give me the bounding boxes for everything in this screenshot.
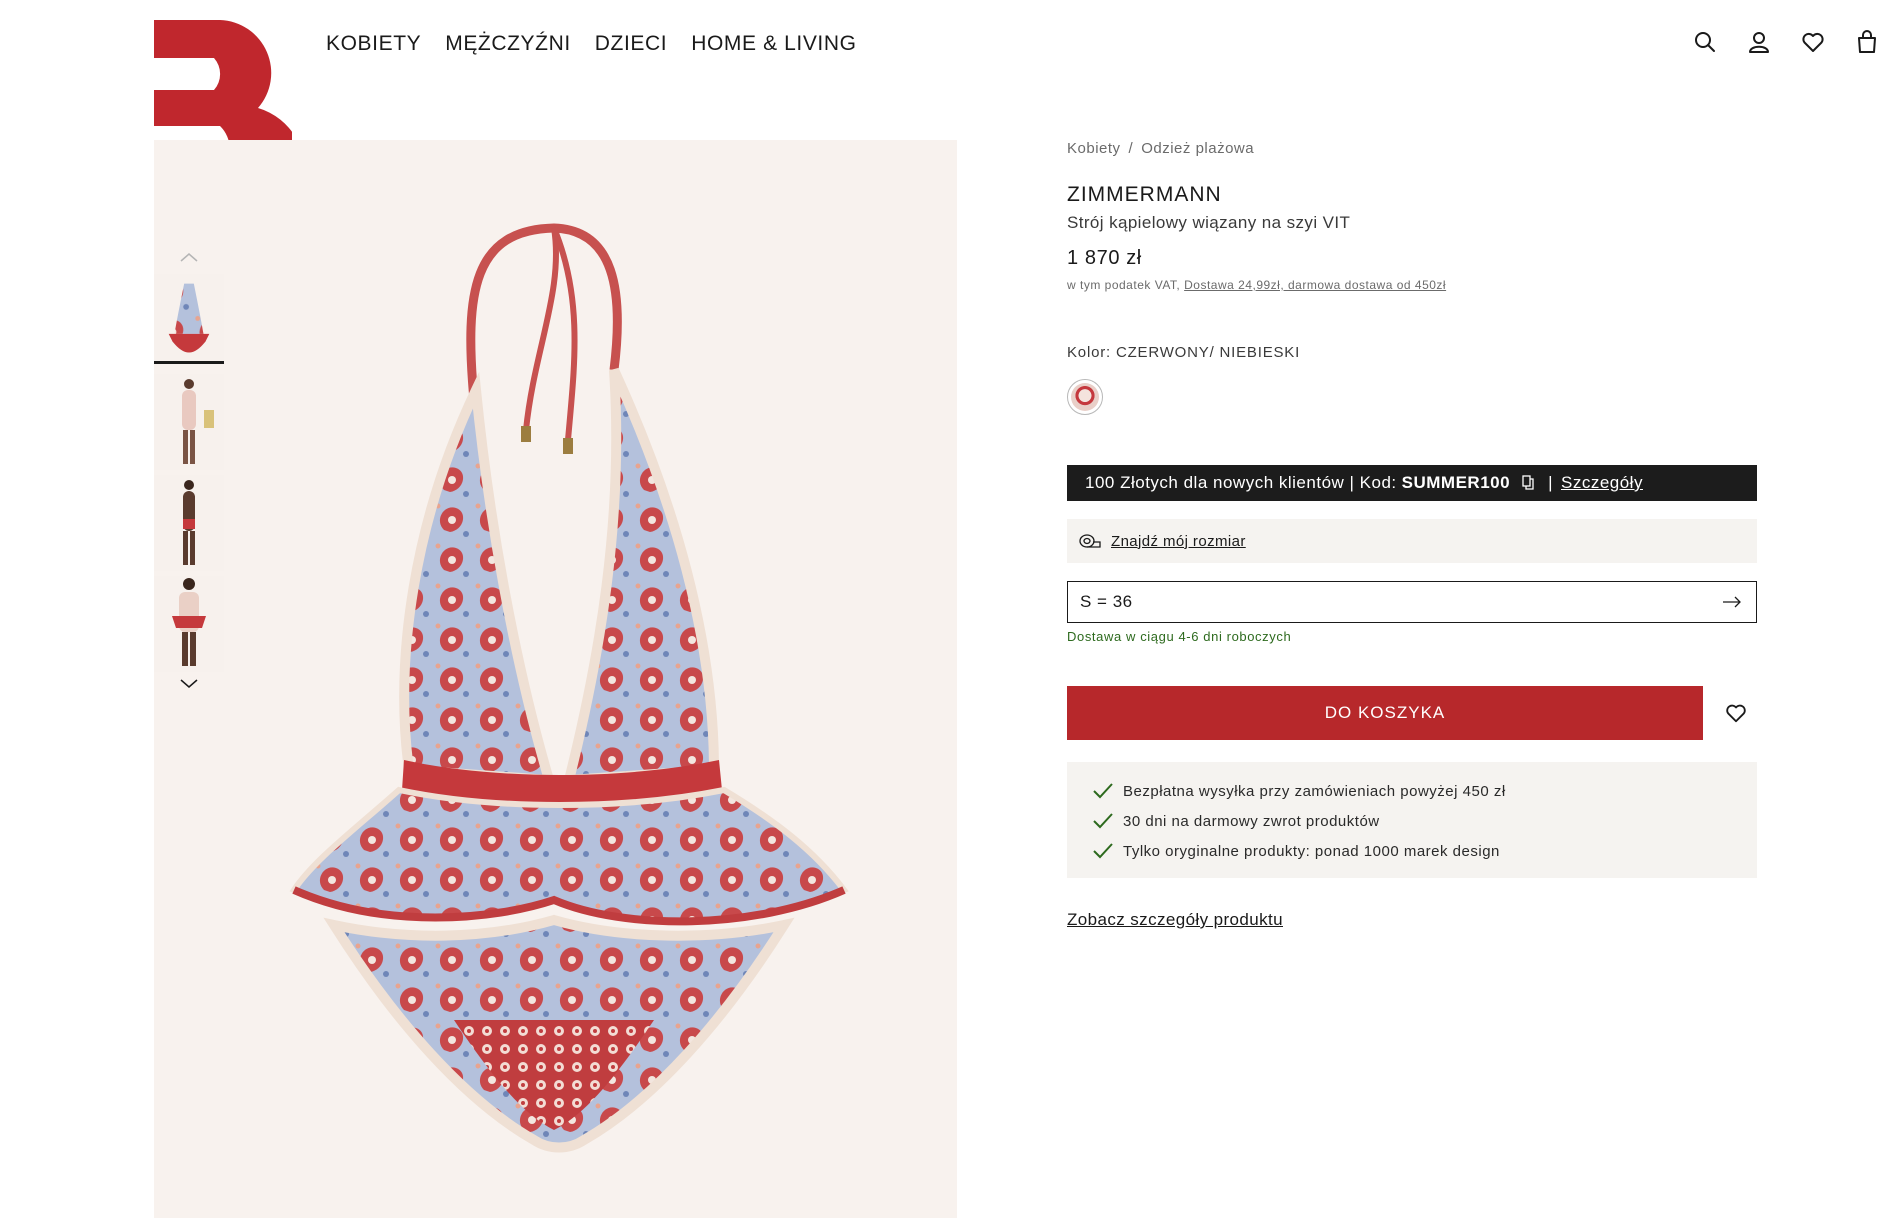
nav-home-living[interactable]: HOME & LIVING (691, 32, 856, 56)
size-select[interactable]: S = 36 (1067, 581, 1757, 623)
benefit-item: Tylko oryginalne produkty: ponad 1000 ma… (1093, 836, 1733, 866)
check-icon (1093, 783, 1113, 799)
breadcrumb-odziez-plazowa[interactable]: Odzież plażowa (1141, 140, 1254, 157)
promo-banner: 100 Złotych dla nowych klientów | Kod: S… (1067, 465, 1757, 501)
nav-mezczyzni[interactable]: MĘŻCZYŹNI (445, 32, 571, 56)
header-icons (1683, 30, 1883, 60)
product-name: Strój kąpielowy wiązany na szyi VIT (1067, 213, 1351, 232)
measuring-tape-icon (1079, 534, 1101, 548)
color-swatch-preview (1071, 383, 1099, 411)
shipping-info-link[interactable]: Dostawa 24,99zł, darmowa dostawa od 450z… (1184, 278, 1446, 292)
product-brand[interactable]: ZIMMERMANN (1067, 183, 1757, 207)
thumbnail-4[interactable] (154, 576, 224, 672)
promo-code: SUMMER100 (1401, 473, 1511, 492)
delivery-time: Dostawa w ciągu 4-6 dni roboczych (1067, 629, 1292, 644)
breadcrumb-kobiety[interactable]: Kobiety (1067, 140, 1121, 157)
benefits-box: Bezpłatna wysyłka przy zamówieniach powy… (1067, 762, 1757, 878)
color-swatch[interactable] (1067, 379, 1103, 415)
product-panel: Kobiety / Odzież plażowa ZIMMERMANN Stró… (1067, 140, 1757, 930)
vat-text: w tym podatek VAT, (1067, 278, 1181, 292)
thumbnail-gallery (154, 250, 224, 701)
breadcrumb-separator: / (1128, 140, 1134, 157)
add-to-cart-button[interactable]: DO KOSZYKA (1067, 686, 1703, 740)
main-nav: KOBIETY MĘŻCZYŹNI DZIECI HOME & LIVING (326, 32, 857, 56)
product-details-link[interactable]: Zobacz szczegóły produktu (1067, 910, 1283, 930)
product-main-image[interactable] (154, 140, 957, 1218)
benefit-item: Bezpłatna wysyłka przy zamówieniach powy… (1093, 776, 1733, 806)
check-icon (1093, 843, 1113, 859)
nav-kobiety[interactable]: KOBIETY (326, 32, 421, 56)
vat-info: w tym podatek VAT, Dostawa 24,99zł, darm… (1067, 278, 1757, 292)
thumbnail-1[interactable] (154, 274, 224, 364)
thumbs-up-icon[interactable] (154, 250, 224, 274)
promo-text: 100 Złotych dla nowych klientów | Kod: (1085, 473, 1397, 492)
product-price: 1 870 zł (1067, 247, 1142, 269)
account-icon[interactable] (1747, 30, 1773, 58)
breadcrumb: Kobiety / Odzież plażowa (1067, 140, 1757, 157)
thumbnail-3[interactable] (154, 475, 224, 571)
add-to-wishlist-icon[interactable] (1721, 698, 1751, 728)
color-label: Kolor: CZERWONY/ NIEBIESKI (1067, 344, 1301, 361)
benefit-text: Bezpłatna wysyłka przy zamówieniach powy… (1123, 782, 1506, 800)
nav-dzieci[interactable]: DZIECI (595, 32, 667, 56)
arrow-right-icon (1723, 596, 1741, 608)
cart-row: DO KOSZYKA (1067, 686, 1757, 740)
search-icon[interactable] (1693, 30, 1719, 58)
benefit-text: Tylko oryginalne produkty: ponad 1000 ma… (1123, 842, 1500, 860)
promo-separator: | (1548, 473, 1553, 492)
benefit-text: 30 dni na darmowy zwrot produktów (1123, 812, 1380, 830)
bag-icon[interactable] (1855, 30, 1881, 58)
promo-details-link[interactable]: Szczegóły (1561, 473, 1643, 493)
benefit-item: 30 dni na darmowy zwrot produktów (1093, 806, 1733, 836)
size-finder-label: Znajdź mój rozmiar (1111, 532, 1246, 550)
copy-icon[interactable] (1522, 475, 1534, 491)
wishlist-icon[interactable] (1801, 30, 1827, 58)
size-select-value: S = 36 (1080, 592, 1133, 611)
size-finder[interactable]: Znajdź mój rozmiar (1067, 519, 1757, 563)
thumbs-down-icon[interactable] (154, 677, 224, 701)
check-icon (1093, 813, 1113, 829)
thumbnail-2[interactable] (154, 374, 224, 470)
